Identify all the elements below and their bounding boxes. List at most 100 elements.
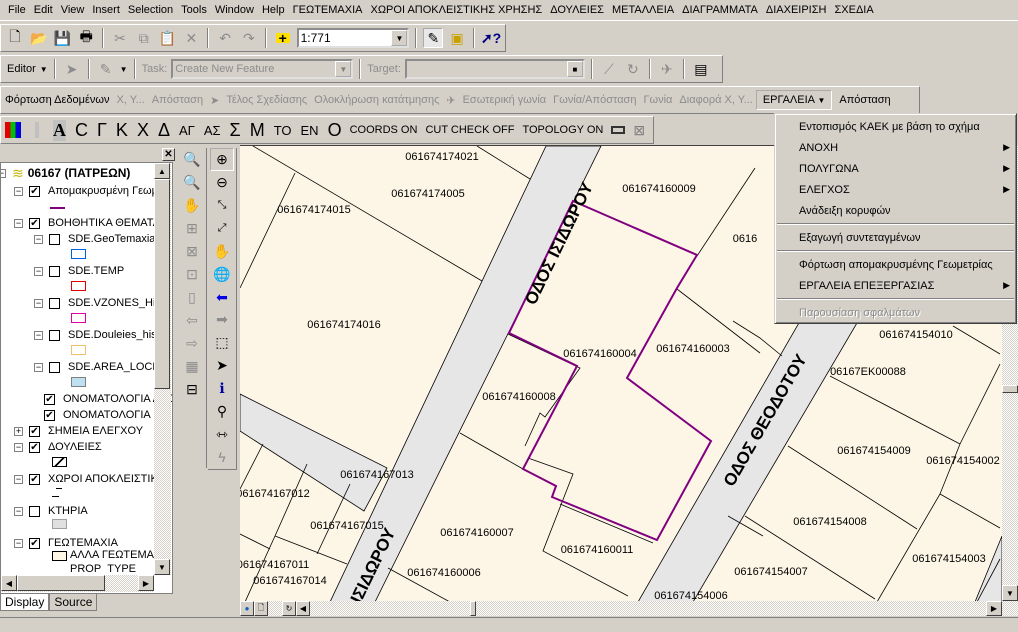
layer-visibility-checkbox[interactable] [49, 233, 60, 245]
toc-layer[interactable]: ✔ ΟΝΟΜΑΤΟΛΟΓΙΑ [29, 407, 151, 423]
collapse-icon[interactable]: − [14, 538, 23, 548]
forward-arrow-icon[interactable]: ➡ [210, 308, 234, 331]
layer-visibility-checkbox[interactable] [49, 297, 60, 309]
menu-custom-9[interactable]: ΧΩΡΟΙ ΑΠΟΚΛΕΙΣΤΙΚΗΣ ΧΡΗΣΗΣ [366, 4, 546, 16]
editor-menu[interactable]: Editor [7, 63, 36, 75]
rectangle-icon[interactable] [611, 126, 626, 134]
topology-edit-icon[interactable]: ✈ [657, 59, 677, 79]
paste-icon[interactable]: 📋 [158, 28, 178, 48]
layer-visibility-checkbox[interactable] [49, 329, 60, 341]
toc-layer[interactable]: − SDE.VZONES_His [34, 295, 161, 311]
menu-custom-14[interactable]: ΣΧΕΔΙΑ [830, 4, 877, 16]
scroll-down-icon[interactable]: ▼ [154, 559, 170, 575]
attributes-icon[interactable]: ▤ [691, 59, 711, 79]
menu-tools[interactable]: Tools [177, 4, 211, 16]
close-icon[interactable]: ✕ [162, 148, 175, 161]
layer-visibility-checkbox[interactable]: ✔ [29, 473, 40, 485]
scroll-thumb[interactable] [154, 179, 170, 389]
letter-tool-button[interactable]: Ο [328, 120, 342, 141]
letter-tool-button[interactable]: C [75, 120, 88, 141]
letter-tool-button[interactable]: ΕΝ [301, 123, 319, 138]
layer-visibility-checkbox[interactable] [49, 265, 60, 277]
collapse-icon[interactable]: − [14, 506, 23, 516]
toc-layer[interactable]: − SDE.Douleies_his [34, 327, 157, 343]
menu-item-load-remote-geometry[interactable]: Φόρτωση απομακρυσμένης Γεωμετρίας [775, 254, 1016, 275]
pan-page-icon[interactable]: ✋ [180, 194, 204, 217]
menu-item-editing-tools[interactable]: ΕΡΓΑΛΕΙΑ ΕΠΕΞΕΡΓΑΣΙΑΣ ▶ [775, 275, 1016, 296]
scroll-down-icon[interactable]: ▼ [1002, 585, 1018, 601]
rgb-icon[interactable] [5, 122, 21, 138]
zoom-out-page-icon[interactable]: 🔍 [180, 171, 204, 194]
menu-custom-10[interactable]: ΔΟΥΛΕΙΕΣ [546, 4, 608, 16]
letter-tool-button[interactable]: ΑΣ [204, 123, 221, 138]
menu-file[interactable]: File [4, 4, 30, 16]
open-folder-icon[interactable]: 📂 [29, 28, 49, 48]
letter-tool-button[interactable]: Μ [250, 120, 265, 141]
coords-on-button[interactable]: COORDS ON [350, 124, 418, 136]
collapse-icon[interactable]: − [14, 186, 23, 196]
toc-layer[interactable]: − SDE.GeoTemaxia [34, 231, 155, 247]
interior-angle-button[interactable]: Εσωτερική γωνία [463, 94, 547, 106]
zoom-out-icon[interactable]: ⊖ [210, 171, 234, 194]
print-icon[interactable]: 🖶 [76, 28, 96, 48]
identify-icon[interactable]: ℹ [210, 377, 234, 400]
edit-tool-icon[interactable]: ➤ [62, 59, 82, 79]
letter-tool-button[interactable]: ΤΟ [274, 123, 292, 138]
menu-selection[interactable]: Selection [124, 4, 177, 16]
toc-vertical-scrollbar[interactable]: ▲ ▼ [154, 163, 171, 575]
layer-visibility-checkbox[interactable]: ✔ [44, 393, 55, 405]
collapse-icon[interactable]: − [34, 298, 43, 308]
topology-icon[interactable]: ✈ [446, 94, 455, 107]
toc-layer[interactable]: ✔ ΟΝΟΜΑΤΟΛΟΓΙΑ ΔΡΟ [29, 391, 172, 407]
toc-root[interactable]: − ≋ 06167 (ΠΑΤΡΕΩΝ) [1, 165, 130, 181]
select-elements-icon[interactable]: ➤ [210, 354, 234, 377]
complete-split-button[interactable]: Ολοκλήρωση κατάτμησης [314, 94, 439, 106]
zoom-in-icon[interactable]: ⊕ [210, 148, 234, 171]
menu-item-highlight-vertices[interactable]: Ανάδειξη κορυφών [775, 200, 1016, 221]
fixed-zoom-out-page-icon[interactable]: ⊡ [180, 263, 204, 286]
scroll-right-icon[interactable]: ▶ [138, 575, 154, 591]
letter-tool-button[interactable]: ΑΓ [179, 123, 195, 138]
menu-item-polygons[interactable]: ΠΟΛΥΓΩΝΑ ▶ [775, 158, 1016, 179]
target-select[interactable]: ■ [404, 59, 585, 79]
arccatalog-icon[interactable]: ▣ [447, 28, 467, 48]
next-extent-page-icon[interactable]: ⇨ [180, 332, 204, 355]
menu-custom-12[interactable]: ΔΙΑΓΡΑΜΜΑΤΑ [678, 4, 762, 16]
expand-icon[interactable]: + [14, 426, 23, 436]
add-data-icon[interactable]: + [272, 28, 293, 48]
data-view-icon[interactable]: ● [240, 601, 254, 616]
pan-icon[interactable]: ✋ [210, 240, 234, 263]
task-select[interactable]: Create New Feature ▼ [171, 59, 354, 79]
scroll-left-icon[interactable]: ◀ [1, 575, 17, 591]
menu-item-show-errors[interactable]: Παρουσίαση σφαλμάτων [775, 302, 1016, 323]
angle-distance-button[interactable]: Γωνία/Απόσταση [553, 94, 636, 106]
layer-visibility-checkbox[interactable]: ✔ [29, 217, 40, 229]
load-data-button[interactable]: Φόρτωση Δεδομένων [5, 94, 109, 106]
cut-icon[interactable]: ✂ [110, 28, 130, 48]
measure-icon[interactable]: ⇿ [210, 423, 234, 446]
change-layout-icon[interactable]: ⊟ [180, 378, 204, 401]
chevron-down-icon[interactable]: ■ [566, 61, 583, 77]
scroll-thumb[interactable] [470, 601, 476, 616]
scroll-up-icon[interactable]: ▲ [154, 163, 170, 179]
undo-icon[interactable]: ↶ [215, 28, 235, 48]
toc-layer[interactable]: − SDE.AREA_LOCK [34, 359, 160, 375]
letter-tool-button[interactable]: A [53, 119, 66, 141]
fixed-zoom-in-page-icon[interactable]: ⊠ [180, 240, 204, 263]
sketch-tool-icon[interactable]: ✎ [96, 59, 116, 79]
menu-help[interactable]: Help [258, 4, 289, 16]
zoom-100-icon[interactable]: ▯ [180, 286, 204, 309]
toc-horizontal-scrollbar[interactable]: ◀ ▶ [1, 575, 154, 592]
menu-view[interactable]: View [57, 4, 89, 16]
layer-visibility-checkbox[interactable]: ✔ [29, 425, 40, 437]
finish-sketch-button[interactable]: Τέλος Σχεδίασης [226, 94, 307, 106]
menu-edit[interactable]: Edit [30, 4, 57, 16]
collapse-icon[interactable]: − [14, 218, 23, 228]
layer-visibility-checkbox[interactable] [49, 361, 60, 373]
tab-source[interactable]: Source [49, 594, 98, 611]
menu-item-tolerance[interactable]: ΑΝΟΧΗ ▶ [775, 137, 1016, 158]
select-features-icon[interactable]: ⬚ [210, 331, 234, 354]
menu-custom-11[interactable]: ΜΕΤΑΛΛΕΙΑ [608, 4, 678, 16]
rotate-tool-icon[interactable]: ↻ [623, 59, 643, 79]
hyperlink-icon[interactable]: ϟ [210, 446, 234, 469]
